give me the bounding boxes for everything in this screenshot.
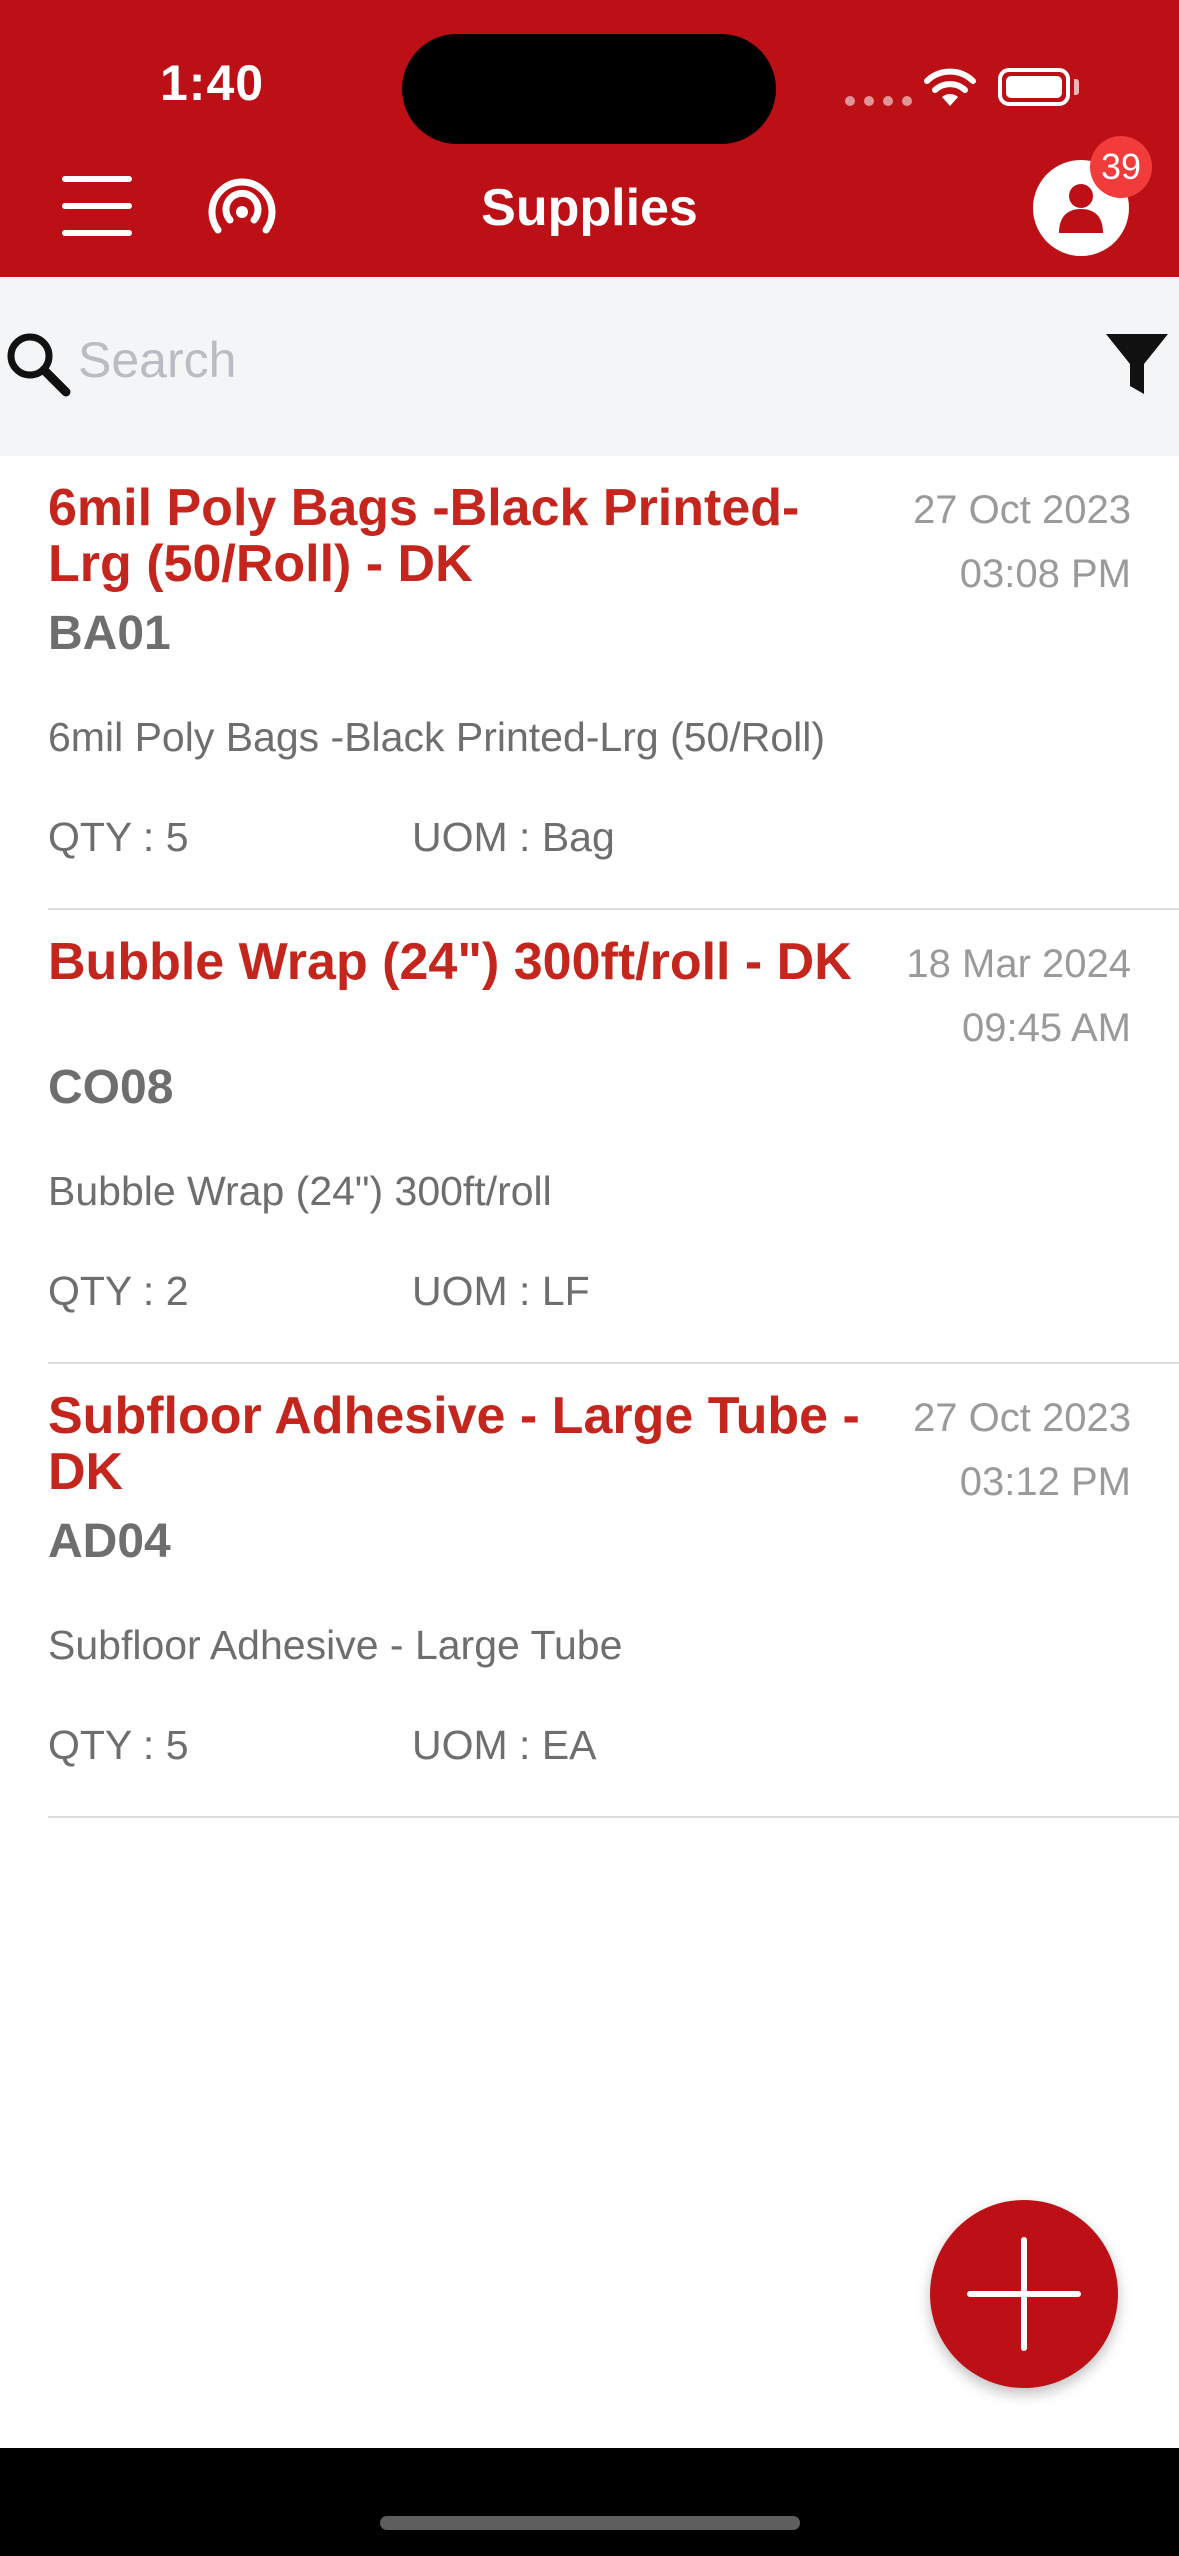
item-qty: QTY : 5	[48, 1722, 189, 1768]
item-qty: QTY : 2	[48, 1268, 189, 1314]
item-date: 27 Oct 2023	[913, 488, 1131, 532]
item-code: AD04	[48, 1515, 171, 1568]
item-description: Subfloor Adhesive - Large Tube	[48, 1622, 623, 1668]
dynamic-island	[402, 34, 776, 144]
item-time: 03:12 PM	[959, 1460, 1131, 1504]
filter-icon[interactable]	[1104, 332, 1170, 398]
item-description: 6mil Poly Bags -Black Printed-Lrg (50/Ro…	[48, 714, 825, 760]
supplies-list: 6mil Poly Bags -Black Printed-Lrg (50/Ro…	[0, 456, 1179, 1818]
item-code: CO08	[48, 1061, 174, 1114]
plus-icon	[967, 2237, 1081, 2351]
item-title: 6mil Poly Bags -Black Printed-Lrg (50/Ro…	[48, 479, 800, 593]
item-title: Subfloor Adhesive - Large Tube - DK	[48, 1387, 860, 1501]
item-timestamp: 18 Mar 2024 09:45 AM	[831, 932, 1131, 1060]
wifi-icon	[924, 68, 976, 106]
item-uom: UOM : EA	[412, 1722, 597, 1768]
item-time: 03:08 PM	[959, 552, 1131, 596]
list-item[interactable]: Bubble Wrap (24") 300ft/roll - DK 18 Mar…	[48, 910, 1179, 1364]
add-supply-button[interactable]	[930, 2200, 1118, 2388]
item-uom: UOM : LF	[412, 1268, 590, 1314]
notification-badge: 39	[1090, 136, 1152, 198]
home-indicator[interactable]	[380, 2516, 800, 2530]
search-input[interactable]	[78, 322, 1078, 398]
home-bar-area	[0, 2448, 1179, 2556]
list-item[interactable]: Subfloor Adhesive - Large Tube - DK 27 O…	[48, 1364, 1179, 1818]
item-date: 18 Mar 2024	[906, 942, 1131, 986]
item-timestamp: 27 Oct 2023 03:12 PM	[831, 1386, 1131, 1514]
item-title: Bubble Wrap (24") 300ft/roll - DK	[48, 933, 852, 991]
item-code: BA01	[48, 607, 171, 660]
page-title: Supplies	[481, 179, 698, 237]
battery-icon	[998, 68, 1070, 106]
status-time: 1:40	[160, 55, 265, 111]
item-description: Bubble Wrap (24") 300ft/roll	[48, 1168, 552, 1214]
search-icon	[7, 333, 71, 397]
item-time: 09:45 AM	[961, 1006, 1131, 1050]
item-date: 27 Oct 2023	[913, 1396, 1131, 1440]
item-uom: UOM : Bag	[412, 814, 615, 860]
cellular-signal-icon	[845, 96, 912, 106]
item-qty: QTY : 5	[48, 814, 189, 860]
item-timestamp: 27 Oct 2023 03:08 PM	[831, 478, 1131, 606]
list-item[interactable]: 6mil Poly Bags -Black Printed-Lrg (50/Ro…	[48, 456, 1179, 910]
